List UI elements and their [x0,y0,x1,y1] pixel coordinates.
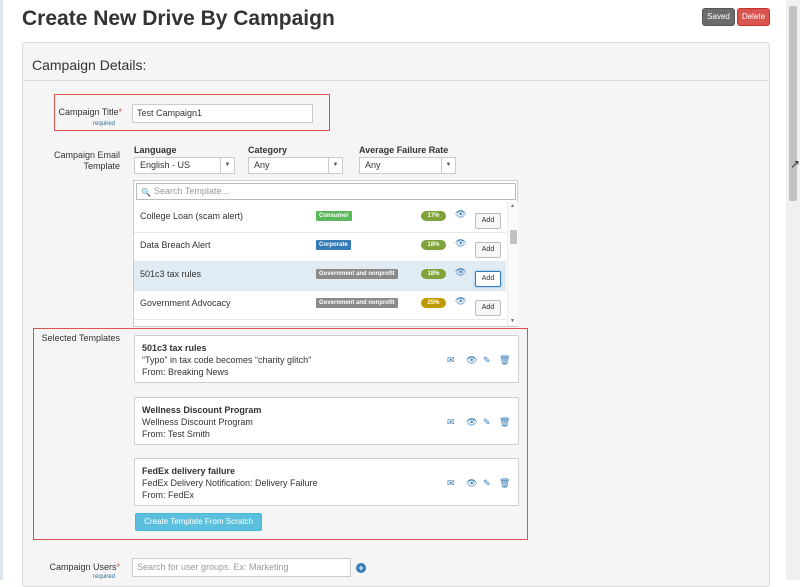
eye-icon[interactable]: 👁 [455,296,466,307]
template-name: College Loan (scam alert) [140,211,244,221]
campaign-title-input[interactable]: Test Campaign1 [132,104,313,123]
required-star: * [118,107,122,117]
email-template-label-line1: Campaign Email [53,150,120,160]
language-select[interactable]: English - US ▼ [134,157,235,174]
left-edge [0,0,3,580]
failure-rate-select[interactable]: Any ▼ [359,157,456,174]
eye-icon[interactable]: 👁 [455,267,466,278]
chevron-down-icon: ▼ [220,158,234,173]
selected-template-card: 501c3 tax rules “Typo” in tax code becom… [134,335,519,383]
page-scrollbar-thumb[interactable] [789,6,797,201]
scroll-down-icon[interactable]: ▼ [510,318,515,324]
category-tag: Government and nonprofit [316,269,398,279]
page-title: Create New Drive By Campaign [22,7,335,30]
selected-templates-label: Selected Templates [41,333,120,343]
template-row[interactable]: 501c3 tax rules Government and nonprofit… [134,262,506,291]
campaign-title-label: Campaign Title* [40,107,122,117]
template-row[interactable]: Data Breach Alert Corporate 18% 👁 Add [134,233,506,262]
pencil-icon[interactable]: ✎ [483,355,491,366]
language-label: Language [134,145,177,155]
pencil-icon[interactable]: ✎ [483,478,491,489]
delete-button[interactable]: Delete [737,8,770,26]
campaign-title-required-note: required [93,121,116,127]
panel-divider [23,80,769,81]
campaign-title-label-text: Campaign Title [58,107,119,117]
failure-rate-badge: 18% [421,240,446,250]
category-tag: Government and nonprofit [316,298,398,308]
selected-template-title: Wellness Discount Program [142,405,262,415]
email-template-label-line2: Template [83,161,120,171]
category-value: Any [254,160,270,170]
selected-template-subject: Wellness Discount Program [142,417,253,427]
template-row[interactable]: College Loan (scam alert) Consumer 17% 👁… [134,204,506,233]
envelope-icon[interactable]: ✉ [447,417,455,428]
eye-icon[interactable]: 👁 [466,478,477,489]
campaign-users-label: Campaign Users* [30,562,120,572]
template-name: Government Advocacy [140,298,231,308]
trash-icon[interactable]: 🗑 [499,478,510,489]
template-name: 501c3 tax rules [140,269,202,279]
selected-template-title: FedEx delivery failure [142,466,236,476]
chevron-down-icon: ▼ [328,158,342,173]
selected-template-from: From: FedEx [142,490,195,500]
category-tag: Corporate [316,240,351,250]
selected-template-card: FedEx delivery failure FedEx Delivery No… [134,458,519,506]
campaign-users-required-note: required [93,574,116,580]
template-search-input[interactable]: 🔍 Search Template... [136,183,516,200]
category-select[interactable]: Any ▼ [248,157,343,174]
chevron-down-icon: ▼ [441,158,455,173]
selected-template-title: 501c3 tax rules [142,343,207,353]
eye-icon[interactable]: 👁 [466,417,477,428]
trash-icon[interactable]: 🗑 [499,355,510,366]
selected-template-from: From: Test Smith [142,429,210,439]
add-template-button[interactable]: Add [475,300,501,316]
required-star: * [116,562,120,572]
template-row[interactable]: Government Advocacy Government and nonpr… [134,291,506,320]
envelope-icon[interactable]: ✉ [447,355,455,366]
selected-template-from: From: Breaking News [142,367,229,377]
panel-title: Campaign Details: [32,57,147,73]
add-template-button[interactable]: Add [475,213,501,229]
eye-icon[interactable]: 👁 [466,355,477,366]
template-name: Data Breach Alert [140,240,211,250]
search-icon: 🔍 [141,188,151,197]
failure-rate-value: Any [365,160,381,170]
template-list-scrollbar-thumb[interactable] [510,230,517,244]
saved-button[interactable]: Saved [702,8,735,26]
selected-template-subject: FedEx Delivery Notification: Delivery Fa… [142,478,318,488]
selected-template-card: Wellness Discount Program Wellness Disco… [134,397,519,445]
selected-template-subject: “Typo” in tax code becomes “charity glit… [142,355,312,365]
template-search-placeholder: Search Template... [154,186,229,196]
page-scrollbar[interactable] [786,0,800,580]
template-list-scrollbar[interactable]: ▲ ▼ [507,202,518,326]
mouse-cursor-icon: ↗ [790,157,800,171]
category-label: Category [248,145,288,155]
eye-icon[interactable]: 👁 [455,238,466,249]
failure-rate-badge: 25% [421,298,446,308]
category-tag: Consumer [316,211,352,221]
trash-icon[interactable]: 🗑 [499,417,510,428]
eye-icon[interactable]: 👁 [455,209,466,220]
failure-rate-badge: 17% [421,211,446,221]
campaign-users-label-text: Campaign Users [49,562,117,572]
failure-rate-badge: 18% [421,269,446,279]
envelope-icon[interactable]: ✉ [447,478,455,489]
language-value: English - US [140,160,191,170]
add-template-button[interactable]: Add [475,271,501,287]
create-template-from-scratch-button[interactable]: Create Template From Scratch [135,513,262,531]
pencil-icon[interactable]: ✎ [483,417,491,428]
campaign-users-input[interactable]: Search for user groups. Ex: Marketing [132,558,351,577]
add-template-button[interactable]: Add [475,242,501,258]
add-user-group-icon[interactable]: + [356,563,366,573]
scroll-up-icon[interactable]: ▲ [510,203,515,209]
failure-rate-label: Average Failure Rate [359,145,449,155]
